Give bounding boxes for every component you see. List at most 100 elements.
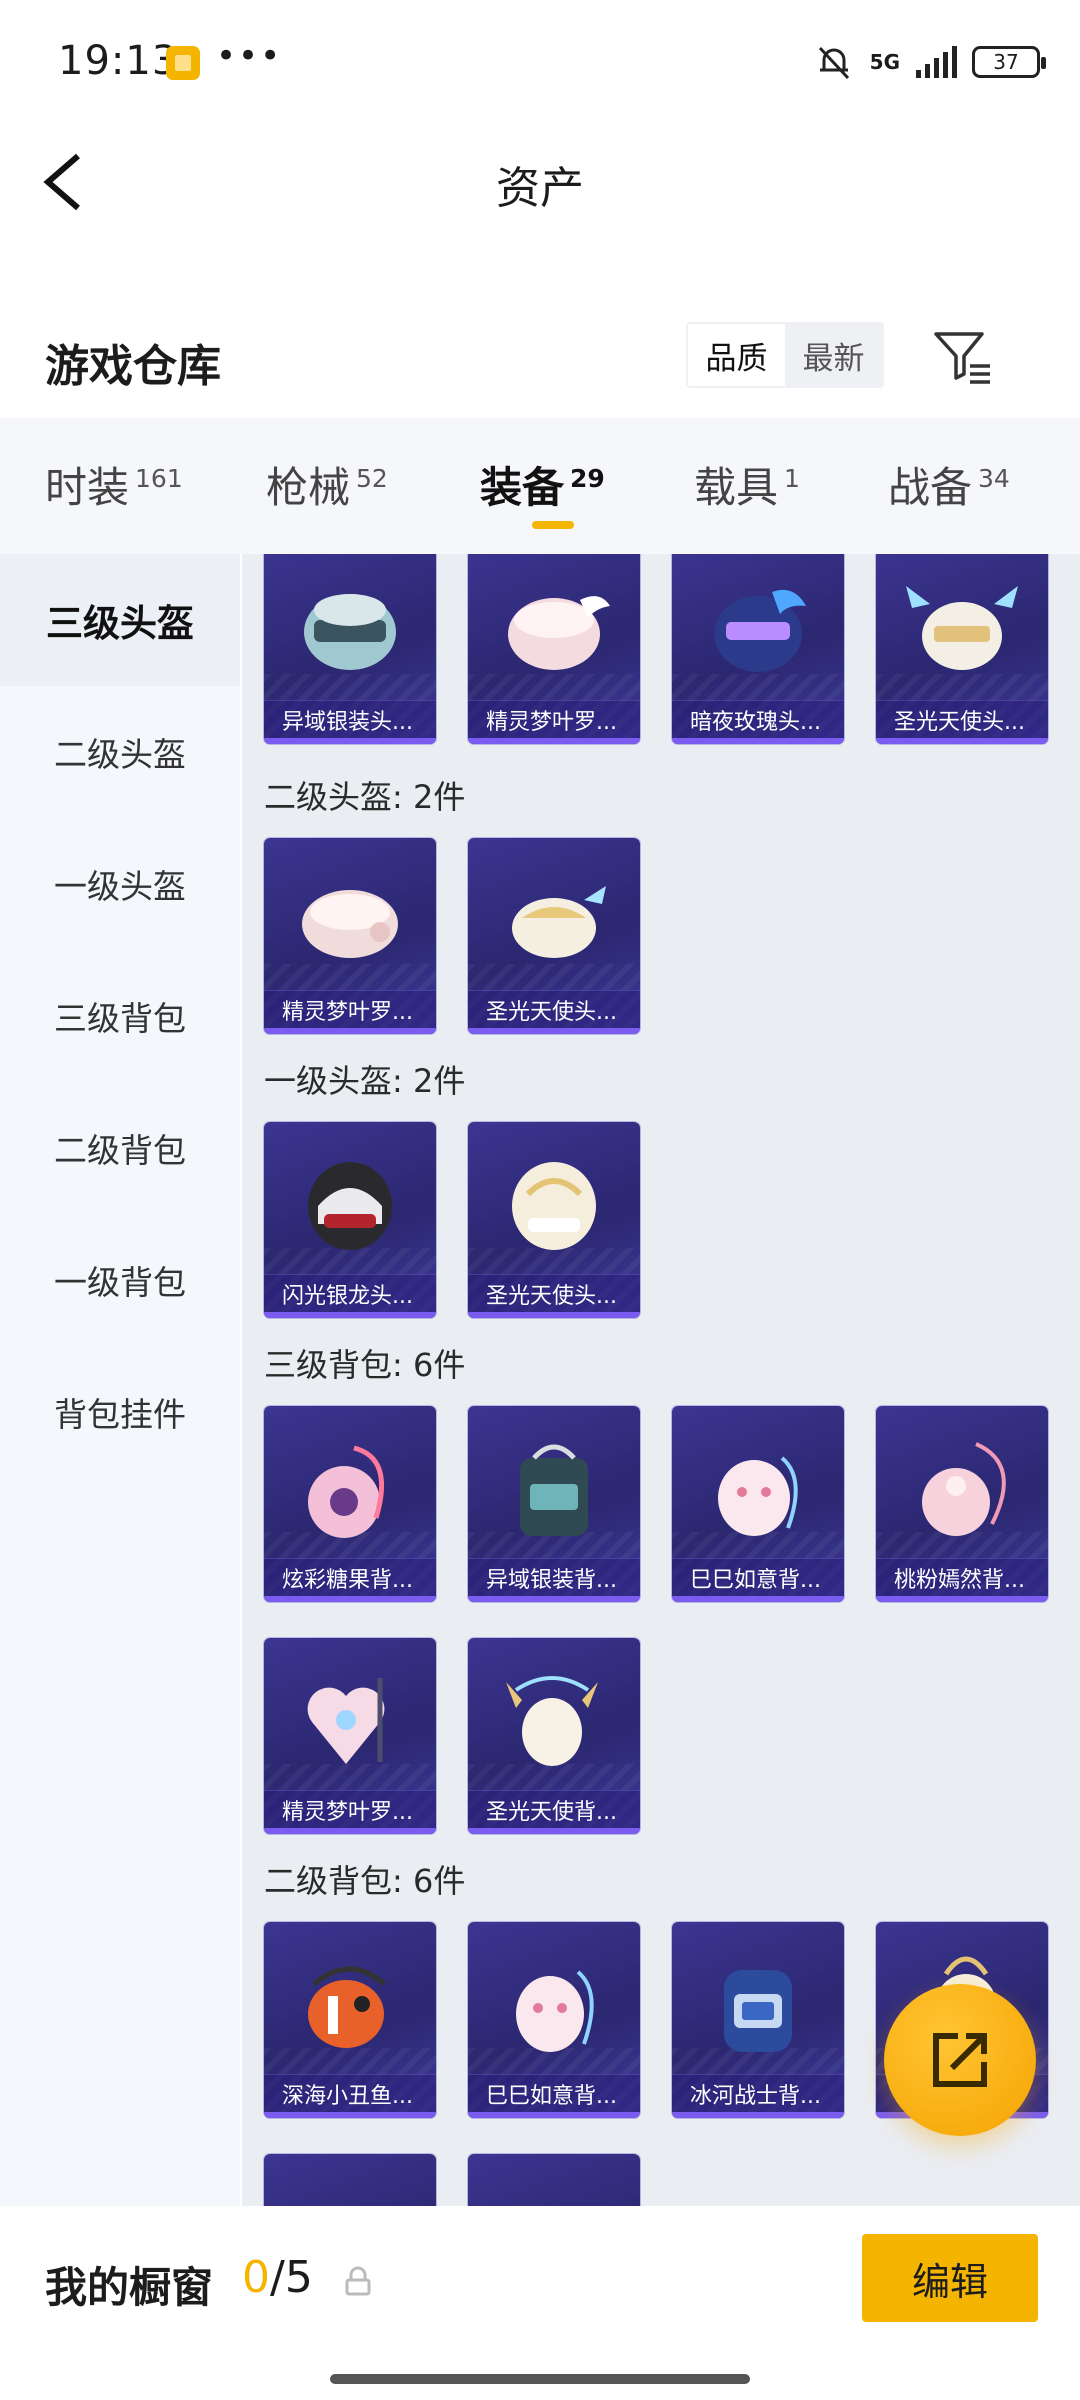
share-button[interactable] (884, 1984, 1036, 2136)
tab-gear[interactable]: 战备 34 (888, 454, 1010, 515)
item-card[interactable]: 圣光天使头... (876, 554, 1048, 744)
item-name: 圣光天使头... (876, 700, 1048, 744)
tab-guns[interactable]: 枪械 52 (266, 454, 388, 515)
status-bar: 19:13 ••• 5G 37 (0, 0, 1080, 130)
item-card[interactable]: 圣光天使头... (468, 838, 640, 1034)
page-title: 资产 (496, 163, 584, 214)
item-name: 炫彩糖果背... (264, 1558, 436, 1602)
sidebar-item-helmet-lv3[interactable]: 三级头盔 (0, 554, 240, 686)
item-card[interactable]: 桃粉嫣然背... (876, 1406, 1048, 1602)
share-icon (933, 2033, 987, 2087)
helmet-icon (512, 1162, 596, 1250)
backpack-icon (488, 2176, 620, 2206)
item-name: 冰河战士背... (672, 2074, 844, 2118)
item-name: 闪光银龙头... (264, 1274, 436, 1318)
sidebar-item-helmet-lv1[interactable]: 一级头盔 (0, 818, 240, 950)
item-card[interactable]: 圣光天使头... (468, 1122, 640, 1318)
item-card[interactable]: 精灵梦叶罗... (468, 554, 640, 744)
helmet-icon (304, 594, 396, 670)
item-name: 桃粉嫣然背... (876, 1558, 1048, 1602)
tab-label: 载具 (694, 463, 779, 512)
helmet-icon (308, 1162, 392, 1250)
sort-newest-option[interactable]: 最新 (785, 324, 882, 386)
item-name: 巳巳如意背... (468, 2074, 640, 2118)
item-card[interactable]: 圣光天使背... (468, 1638, 640, 1834)
helmet-icon (714, 589, 806, 672)
filter-icon[interactable] (930, 324, 996, 390)
showcase-total: /5 (270, 2252, 313, 2303)
item-name: 深海小丑鱼... (264, 2074, 436, 2118)
tab-label: 枪械 (266, 463, 351, 512)
backpack-icon (307, 1678, 385, 1764)
tab-count: 52 (356, 464, 388, 493)
helmet-icon (906, 586, 1018, 670)
backpack-icon (922, 1442, 1006, 1536)
item-card[interactable] (264, 2154, 436, 2206)
item-card[interactable]: 巳巳如意背... (468, 1922, 640, 2118)
section-header: 二级头盔: 2件 (264, 778, 466, 816)
section-header: 三级背包: 6件 (264, 1346, 466, 1384)
backpack-icon (520, 1444, 588, 1536)
battery-icon: 37 (972, 46, 1046, 78)
sort-toggle: 品质 最新 (686, 322, 884, 388)
sidebar-item-backpack-lv2[interactable]: 二级背包 (0, 1082, 240, 1214)
tab-active-indicator (532, 521, 574, 529)
mute-bell-icon (818, 46, 849, 80)
section-header: 二级背包: 6件 (264, 1862, 466, 1900)
item-name: 精灵梦叶罗... (264, 990, 436, 1034)
tab-count: 29 (570, 464, 605, 493)
item-grid: 异域银装头... 精灵梦叶罗... 暗夜玫瑰头... 圣光天使头... 二级头盔… (242, 554, 1080, 2206)
edit-button[interactable]: 编辑 (862, 2234, 1038, 2322)
item-name: 圣光天使头... (468, 1274, 640, 1318)
home-indicator (330, 2374, 750, 2384)
tab-equipment[interactable]: 装备 29 (480, 454, 605, 515)
status-time: 19:13 (58, 38, 179, 84)
sidebar-item-helmet-lv2[interactable]: 二级头盔 (0, 686, 240, 818)
item-card[interactable]: 异域银装头... (264, 554, 436, 744)
tab-count: 34 (978, 464, 1010, 493)
tab-label: 装备 (480, 463, 565, 512)
item-name: 精灵梦叶罗... (468, 700, 640, 744)
lock-icon (345, 2266, 371, 2296)
item-card[interactable]: 精灵梦叶罗... (264, 1638, 436, 1834)
sidebar-item-backpack-lv1[interactable]: 一级背包 (0, 1214, 240, 1346)
backpack-icon (516, 1970, 594, 2052)
helmet-icon (302, 890, 398, 958)
sort-quality-option[interactable]: 品质 (688, 324, 785, 386)
status-more: ••• (216, 36, 283, 76)
backpack-icon (718, 1456, 798, 1536)
backpack-icon (308, 1966, 386, 2048)
helmet-icon (508, 596, 610, 670)
item-name: 异域银装背... (468, 1558, 640, 1602)
item-card[interactable]: 闪光银龙头... (264, 1122, 436, 1318)
warehouse-row: 游戏仓库 品质 最新 (0, 310, 1080, 410)
showcase-title: 我的橱窗 (45, 2263, 214, 2312)
subcategory-sidebar: 三级头盔 二级头盔 一级头盔 三级背包 二级背包 一级背包 背包挂件 (0, 554, 240, 2206)
showcase-count: 0/5 (242, 2252, 313, 2303)
tab-fashion[interactable]: 时装 161 (45, 454, 183, 515)
sidebar-item-backpack-charm[interactable]: 背包挂件 (0, 1346, 240, 1478)
backpack-icon (724, 1970, 792, 2052)
item-card[interactable]: 深海小丑鱼... (264, 1922, 436, 2118)
item-card[interactable] (468, 2154, 640, 2206)
battery-level: 37 (993, 50, 1019, 74)
backpack-icon (284, 2176, 416, 2206)
item-name: 圣光天使头... (468, 990, 640, 1034)
item-card[interactable]: 暗夜玫瑰头... (672, 554, 844, 744)
tab-vehicles[interactable]: 载具 1 (694, 454, 800, 515)
notification-app-icon (166, 46, 200, 80)
item-name: 精灵梦叶罗... (264, 1790, 436, 1834)
item-card[interactable]: 冰河战士背... (672, 1922, 844, 2118)
section-header: 一级头盔: 2件 (264, 1062, 466, 1100)
item-card[interactable]: 炫彩糖果背... (264, 1406, 436, 1602)
sidebar-item-backpack-lv3[interactable]: 三级背包 (0, 950, 240, 1082)
item-card[interactable]: 巳巳如意背... (672, 1406, 844, 1602)
warehouse-title: 游戏仓库 (45, 341, 221, 392)
backpack-icon (506, 1676, 598, 1766)
item-card[interactable]: 异域银装背... (468, 1406, 640, 1602)
item-name: 圣光天使背... (468, 1790, 640, 1834)
tab-count: 161 (135, 464, 183, 493)
network-label: 5G (869, 50, 900, 74)
top-nav: 资产 (0, 130, 1080, 230)
item-card[interactable]: 精灵梦叶罗... (264, 838, 436, 1034)
